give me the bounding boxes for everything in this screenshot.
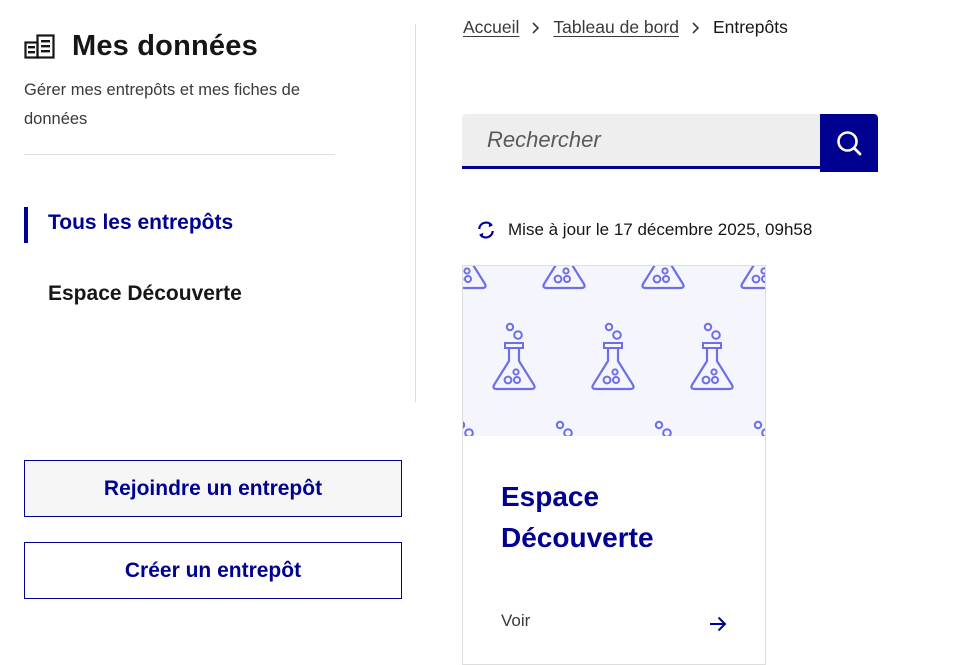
last-update-info: Mise à jour le 17 décembre 2025, 09h58 <box>476 220 812 240</box>
sidebar-divider <box>24 154 335 155</box>
search-bar <box>462 114 878 172</box>
breadcrumb-current: Entrepôts <box>712 17 788 37</box>
breadcrumb-dashboard-link[interactable]: Tableau de bord <box>553 17 679 38</box>
sidebar-item-all-warehouses[interactable]: Tous les entrepôts <box>48 211 233 235</box>
sidebar: Mes données Gérer mes entrepôts et mes f… <box>0 0 415 657</box>
arrow-right-icon[interactable] <box>709 616 727 632</box>
flask-pattern-image <box>463 266 765 436</box>
vertical-divider <box>415 24 416 402</box>
sidebar-item-espace-decouverte[interactable]: Espace Découverte <box>48 282 242 306</box>
chevron-right-icon <box>531 21 541 34</box>
sidebar-header: Mes données <box>24 30 258 63</box>
active-nav-indicator <box>24 207 28 243</box>
breadcrumb-home-link[interactable]: Accueil <box>463 17 519 38</box>
search-input[interactable] <box>462 114 820 169</box>
join-warehouse-button[interactable]: Rejoindre un entrepôt <box>24 460 402 517</box>
sidebar-description: Gérer mes entrepôts et mes fiches de don… <box>24 81 301 128</box>
breadcrumb: Accueil Tableau de bord Entrepôts <box>463 17 788 38</box>
card-view-link[interactable]: Voir <box>501 611 530 631</box>
search-icon <box>835 129 863 157</box>
last-update-text: Mise à jour le 17 décembre 2025, 09h58 <box>508 220 813 239</box>
create-warehouse-button[interactable]: Créer un entrepôt <box>24 542 402 599</box>
warehouse-card[interactable]: Espace Découverte Voir <box>462 265 766 665</box>
refresh-icon <box>476 220 496 240</box>
search-button[interactable] <box>820 114 878 172</box>
sidebar-title: Mes données <box>72 30 258 62</box>
chevron-right-icon <box>691 21 701 34</box>
card-title[interactable]: Espace Découverte <box>501 476 741 558</box>
database-icon <box>24 33 56 60</box>
